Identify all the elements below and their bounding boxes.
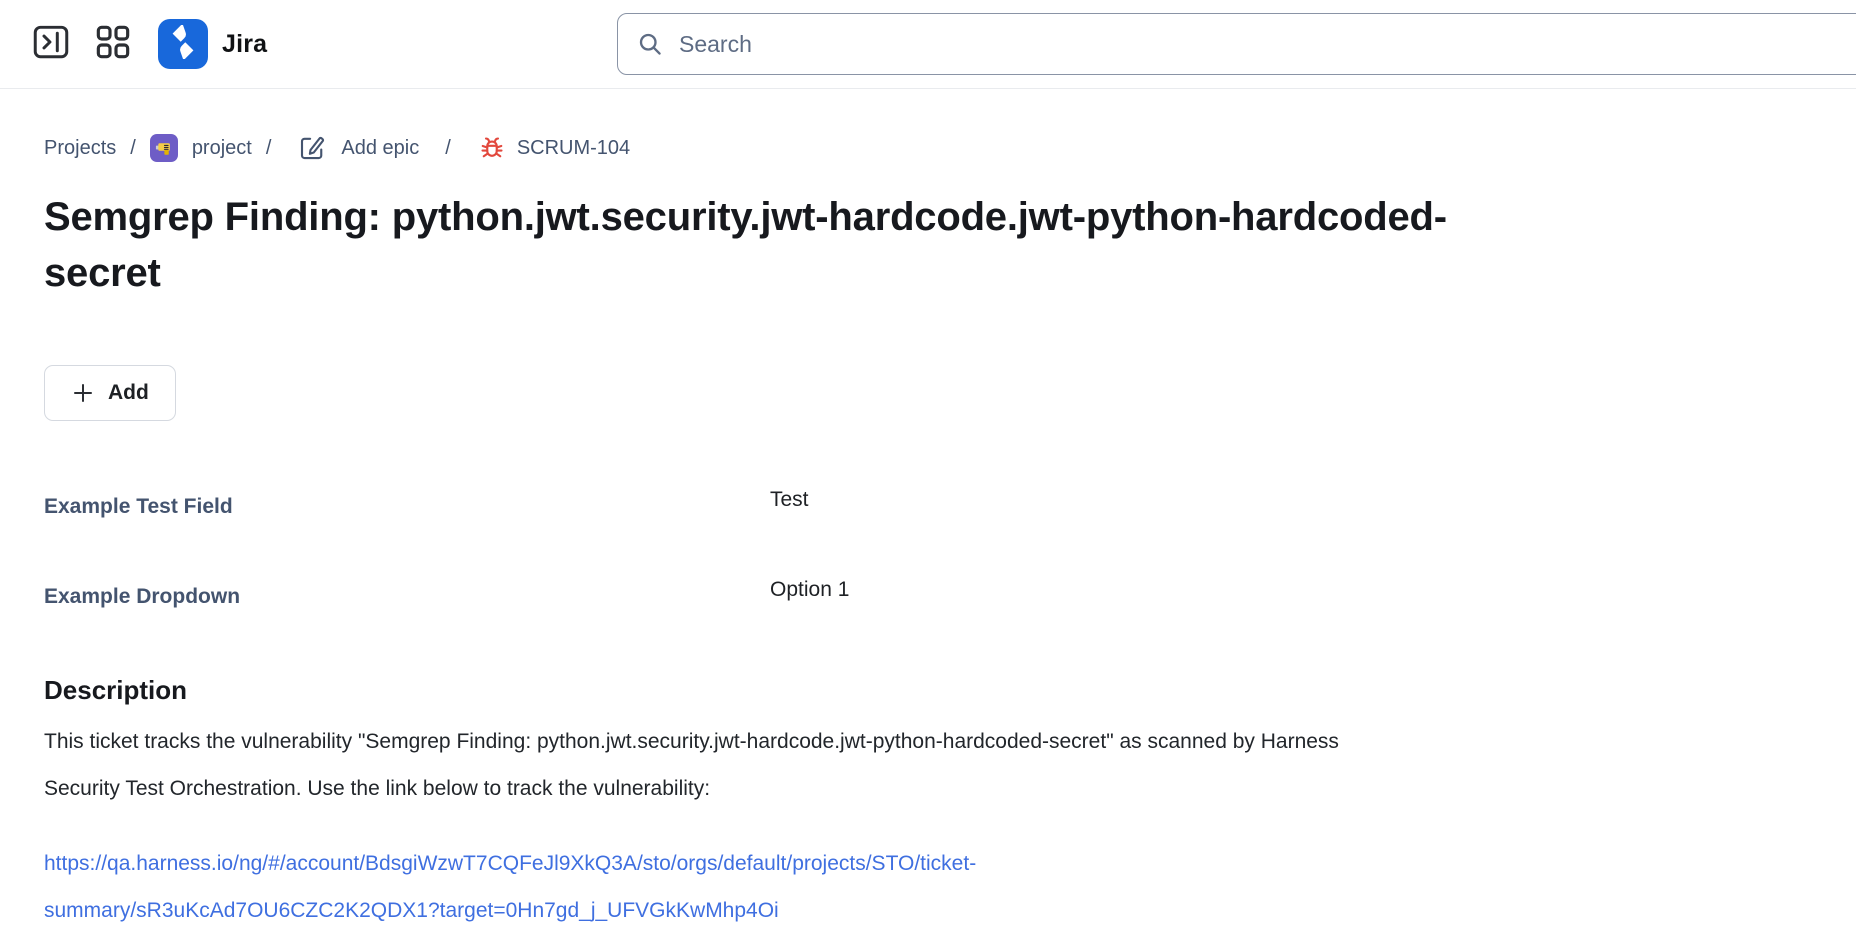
breadcrumb-separator: /: [445, 137, 451, 160]
breadcrumb-add-epic[interactable]: Add epic: [297, 133, 419, 163]
project-avatar-icon: [150, 134, 178, 162]
field-value[interactable]: Option 1: [770, 578, 849, 602]
breadcrumb: Projects / project /: [44, 133, 1812, 163]
breadcrumb-separator: /: [130, 137, 136, 160]
app-name: Jira: [222, 30, 267, 59]
vulnerability-link[interactable]: https://qa.harness.io/ng/#/account/Bdsgi…: [44, 852, 976, 922]
bug-issue-type-icon: [477, 133, 507, 163]
sidebar-toggle-button[interactable]: [28, 21, 74, 67]
breadcrumb-issue-key-label: SCRUM-104: [517, 137, 630, 160]
field-row-example-test-field: Example Test Field Test: [44, 495, 1812, 519]
custom-fields: Example Test Field Test Example Dropdown…: [44, 495, 1812, 609]
issue-view: Projects / project /: [0, 133, 1856, 934]
add-button-label: Add: [108, 381, 149, 405]
app-grid-icon: [93, 22, 133, 67]
global-search[interactable]: [617, 13, 1856, 75]
breadcrumb-add-epic-label: Add epic: [341, 137, 419, 160]
top-navigation-bar: Jira: [0, 0, 1856, 89]
jira-logo-icon: [166, 25, 200, 64]
edit-icon: [297, 133, 327, 163]
field-row-example-dropdown: Example Dropdown Option 1: [44, 585, 1812, 609]
description-heading: Description: [44, 675, 1812, 706]
description-text: This ticket tracks the vulnerability "Se…: [44, 718, 1404, 812]
breadcrumb-issue-key[interactable]: SCRUM-104: [477, 133, 630, 163]
search-icon: [636, 30, 664, 58]
breadcrumb-project[interactable]: project: [150, 134, 252, 162]
field-label: Example Test Field: [44, 495, 770, 519]
field-label: Example Dropdown: [44, 585, 770, 609]
plus-icon: [71, 381, 95, 405]
breadcrumb-project-label: project: [192, 137, 252, 160]
issue-title[interactable]: Semgrep Finding: python.jwt.security.jwt…: [44, 189, 1544, 301]
description-section: Description This ticket tracks the vulne…: [44, 675, 1812, 934]
sidebar-expand-icon: [30, 21, 72, 68]
add-button[interactable]: Add: [44, 365, 176, 421]
breadcrumb-separator: /: [266, 137, 272, 160]
app-switcher-button[interactable]: [90, 21, 136, 67]
search-input[interactable]: [677, 30, 1853, 59]
description-link-paragraph: https://qa.harness.io/ng/#/account/Bdsgi…: [44, 840, 1294, 934]
field-value[interactable]: Test: [770, 488, 809, 512]
breadcrumb-projects[interactable]: Projects: [44, 137, 116, 160]
jira-logo[interactable]: [158, 19, 208, 69]
